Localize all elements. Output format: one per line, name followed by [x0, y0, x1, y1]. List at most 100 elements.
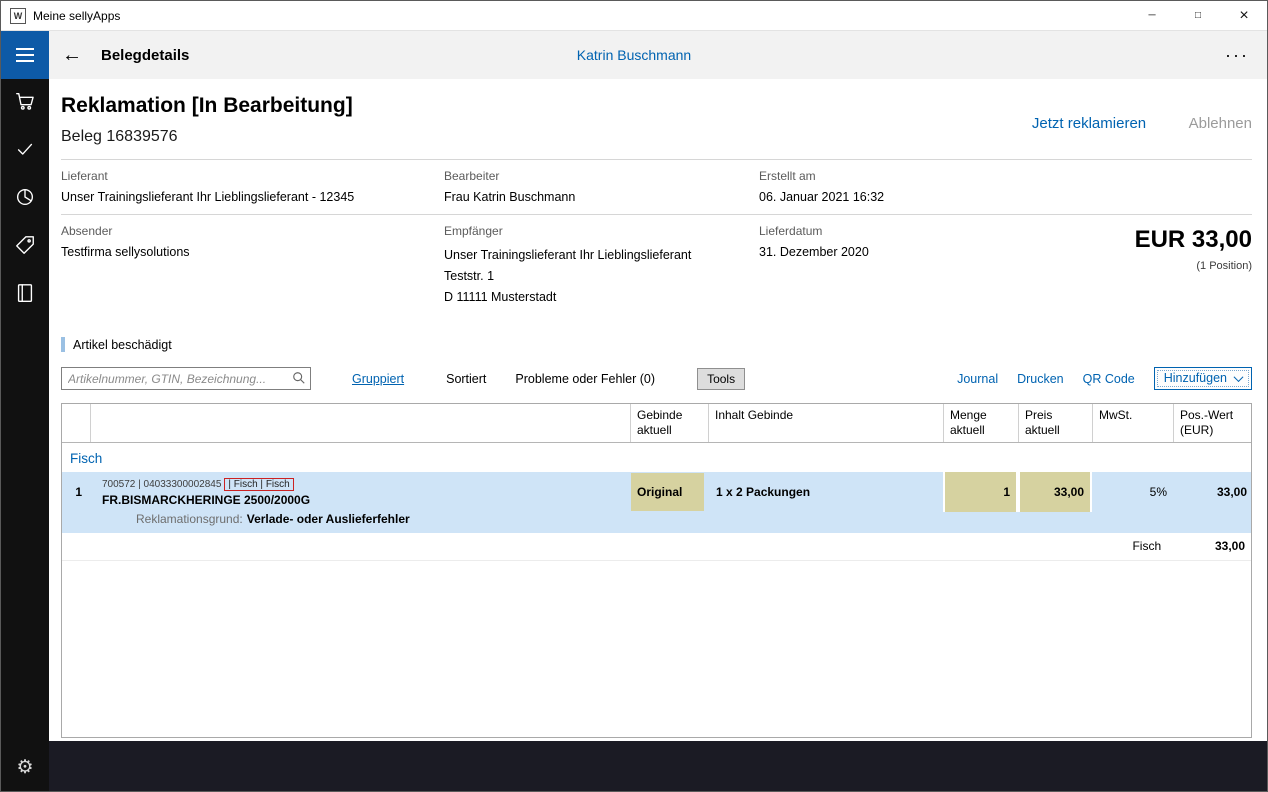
app-header: ← Belegdetails Katrin Buschmann ···	[1, 31, 1267, 79]
cart-icon	[14, 90, 36, 117]
main-area: ⚙ Reklamation [In Bearbeitung] Beleg 168…	[1, 79, 1267, 791]
col-mwst: MwSt.	[1092, 404, 1173, 442]
note-text: Artikel beschädigt	[73, 337, 172, 352]
row-gebinde: Original	[630, 472, 708, 512]
row-description: 700572 | 04033300002845 | Fisch | Fisch …	[90, 472, 630, 512]
book-icon	[14, 282, 36, 309]
reclaim-now-button[interactable]: Jetzt reklamieren	[1032, 115, 1146, 132]
document-title-block: Reklamation [In Bearbeitung] Beleg 16839…	[61, 93, 353, 146]
search-icon	[292, 371, 306, 388]
col-inhalt: Inhalt Gebinde	[708, 404, 943, 442]
maximize-button[interactable]: □	[1175, 1, 1221, 30]
summary-value: 33,00	[1214, 539, 1245, 553]
gruppiert-toggle[interactable]: Gruppiert	[352, 372, 404, 386]
sidebar: ⚙	[1, 79, 49, 791]
grund-label: Reklamationsgrund:	[136, 512, 243, 526]
back-icon: ←	[62, 43, 82, 66]
row-poswert: 33,00	[1216, 485, 1247, 499]
sidebar-item-prices[interactable]	[1, 223, 49, 271]
info-row-1: Lieferant Unser Trainingslieferant Ihr L…	[61, 160, 1252, 214]
probleme-fehler-link[interactable]: Probleme oder Fehler (0)	[515, 372, 655, 386]
field-lieferant: Lieferant Unser Trainingslieferant Ihr L…	[61, 169, 355, 204]
search-box	[61, 367, 311, 390]
app-window: W Meine sellyApps ─ □ × ← Belegdetails K…	[0, 0, 1268, 792]
grund-value: Verlade- oder Auslieferfehler	[246, 512, 410, 526]
sortiert-toggle[interactable]: Sortiert	[446, 372, 486, 386]
bottom-strip	[49, 741, 1267, 791]
user-link[interactable]: Katrin Buschmann	[577, 47, 691, 63]
info-row-2: Absender Testfirma sellysolutions Empfän…	[61, 215, 1252, 317]
row-position: 1	[75, 485, 82, 499]
sidebar-item-tasks[interactable]	[1, 127, 49, 175]
reklamationsgrund-row: Reklamationsgrund: Verlade- oder Ausliefe…	[62, 512, 1251, 533]
table-header: Gebinde aktuell Inhalt Gebinde Menge akt…	[62, 404, 1251, 443]
document-title: Reklamation [In Bearbeitung]	[61, 94, 353, 117]
titlebar: W Meine sellyApps ─ □ ×	[1, 1, 1267, 31]
tag-icon	[14, 234, 36, 261]
damage-note: Artikel beschädigt	[61, 337, 1252, 352]
sidebar-item-cart[interactable]	[1, 79, 49, 127]
hamburger-icon	[16, 48, 34, 50]
gear-icon: ⚙	[16, 756, 34, 778]
qr-code-link[interactable]: QR Code	[1083, 372, 1135, 386]
app-title: Meine sellyApps	[33, 8, 121, 23]
more-button[interactable]: ···	[1207, 45, 1267, 66]
row-preis: 33,00	[1018, 472, 1092, 512]
table-row[interactable]: 1 700572 | 04033300002845 | Fisch | Fisc…	[62, 472, 1251, 512]
sidebar-item-catalog[interactable]	[1, 271, 49, 319]
positions-table: Gebinde aktuell Inhalt Gebinde Menge akt…	[61, 403, 1252, 738]
col-gebinde: Gebinde aktuell	[630, 404, 708, 442]
document-panel: Reklamation [In Bearbeitung] Beleg 16839…	[49, 79, 1267, 741]
article-meta: 700572 | 04033300002845	[102, 478, 222, 490]
position-count: (1 Position)	[1196, 260, 1252, 272]
ellipsis-icon: ···	[1225, 44, 1249, 65]
row-inhalt: 1 x 2 Packungen	[716, 485, 811, 499]
toolbar-right: Journal Drucken QR Code Hinzufügen	[957, 367, 1252, 390]
field-empfaenger: Empfänger Unser Trainingslieferant Ihr L…	[444, 224, 692, 304]
document-header: Reklamation [In Bearbeitung] Beleg 16839…	[61, 93, 1252, 146]
col-poswert: Pos.-Wert (EUR)	[1173, 404, 1253, 442]
field-absender: Absender Testfirma sellysolutions	[61, 224, 190, 259]
pie-chart-icon	[14, 186, 36, 213]
settings-button[interactable]: ⚙	[1, 743, 49, 791]
document-number: Beleg 16839576	[61, 128, 178, 145]
document-actions: Jetzt reklamieren Ablehnen	[1032, 115, 1252, 146]
hinzufuegen-button[interactable]: Hinzufügen	[1153, 367, 1252, 390]
menu-button[interactable]	[1, 31, 49, 79]
group-summary-row: Fisch 33,00	[62, 533, 1251, 561]
user-name-container: Katrin Buschmann	[1, 47, 1267, 63]
search-input[interactable]	[61, 367, 311, 390]
minimize-button[interactable]: ─	[1129, 1, 1175, 30]
maximize-icon: □	[1194, 10, 1202, 21]
drucken-link[interactable]: Drucken	[1017, 372, 1064, 386]
minimize-icon: ─	[1148, 10, 1156, 21]
page-title: Belegdetails	[101, 46, 190, 64]
table-empty-area	[62, 561, 1251, 737]
row-mwst: 5%	[1149, 485, 1167, 499]
journal-link[interactable]: Journal	[957, 372, 998, 386]
close-icon: ×	[1239, 6, 1249, 24]
field-erstellt-am: Erstellt am 06. Januar 2021 16:32	[759, 169, 885, 204]
tools-button[interactable]: Tools	[697, 367, 746, 390]
close-button[interactable]: ×	[1221, 1, 1267, 30]
row-menge: 1	[943, 472, 1018, 512]
group-header-fisch: Fisch	[70, 451, 103, 466]
col-menge: Menge aktuell	[943, 404, 1018, 442]
total-block: EUR 33,00 (1 Position)	[1135, 226, 1252, 308]
field-bearbeiter: Bearbeiter Frau Katrin Buschmann	[444, 169, 576, 204]
sidebar-item-statistics[interactable]	[1, 175, 49, 223]
reject-button[interactable]: Ablehnen	[1189, 115, 1252, 132]
total-amount: EUR 33,00	[1134, 226, 1252, 253]
positions-toolbar: Gruppiert Sortiert Probleme oder Fehler …	[61, 367, 1252, 390]
chevron-down-icon	[1233, 371, 1244, 382]
highlight-annotation-box: | Fisch | Fisch	[224, 477, 294, 491]
field-lieferdatum: Lieferdatum 31. Dezember 2020	[759, 224, 869, 259]
window-controls: ─ □ ×	[1129, 1, 1267, 30]
app-icon: W	[10, 7, 26, 24]
col-preis: Preis aktuell	[1018, 404, 1092, 442]
back-button[interactable]: ←	[49, 31, 95, 79]
summary-group-label: Fisch	[1132, 539, 1162, 553]
article-name: FR.BISMARCKHERINGE 2500/2000G	[102, 492, 311, 507]
note-accent-bar	[61, 337, 65, 352]
check-icon	[14, 138, 36, 165]
